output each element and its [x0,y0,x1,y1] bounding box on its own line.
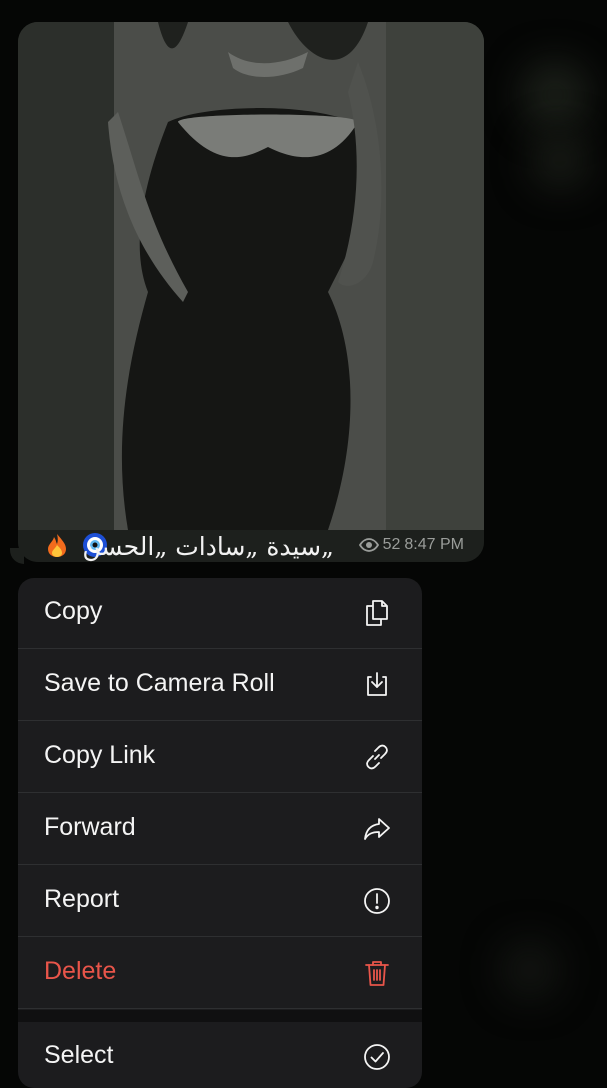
menu-item-label: Delete [44,957,117,985]
message-bubble[interactable]: „سيدة „سادات „الحسن 52 8:47 PM [18,22,484,562]
link-icon [366,744,388,770]
bubble-tail [10,548,24,564]
background-blur [500,940,560,1000]
menu-item-forward[interactable]: Forward [18,794,422,865]
copy-icon [366,600,388,626]
menu-item-save-to-camera-roll[interactable]: Save to Camera Roll [18,650,422,721]
menu-item-delete[interactable]: Delete [18,938,422,1009]
background-blur [520,60,590,130]
message-photo[interactable] [18,22,484,530]
menu-item-label: Save to Camera Roll [44,669,275,697]
menu-separator [18,1010,422,1022]
menu-item-select[interactable]: Select [18,1022,422,1088]
context-menu: Copy Save to Camera Roll Copy Link Forwa… [18,578,422,1088]
menu-item-label: Report [44,885,120,913]
menu-item-report[interactable]: Report [18,866,422,937]
menu-item-copy-link[interactable]: Copy Link [18,722,422,793]
menu-item-label: Forward [44,813,136,841]
view-count: 52 [382,536,401,553]
background-blur [530,130,590,190]
menu-item-label: Select [44,1041,114,1069]
checkmark-circle-icon [364,1044,390,1070]
message-caption: „سيدة „سادات „الحسن [82,532,334,561]
message-meta: 52 8:47 PM [358,536,464,554]
menu-item-label: Copy Link [44,741,156,769]
eye-icon [358,538,379,552]
fire-emoji [48,534,66,557]
menu-item-copy[interactable]: Copy [18,578,422,649]
caption-bar: „سيدة „سادات „الحسن 52 8:47 PM [18,530,484,562]
download-icon [367,672,387,696]
menu-item-label: Copy [44,597,103,625]
report-exclamation-icon [364,888,390,914]
trash-icon [365,961,389,986]
forward-arrow-icon [364,818,390,840]
message-time: 8:47 PM [404,536,464,553]
